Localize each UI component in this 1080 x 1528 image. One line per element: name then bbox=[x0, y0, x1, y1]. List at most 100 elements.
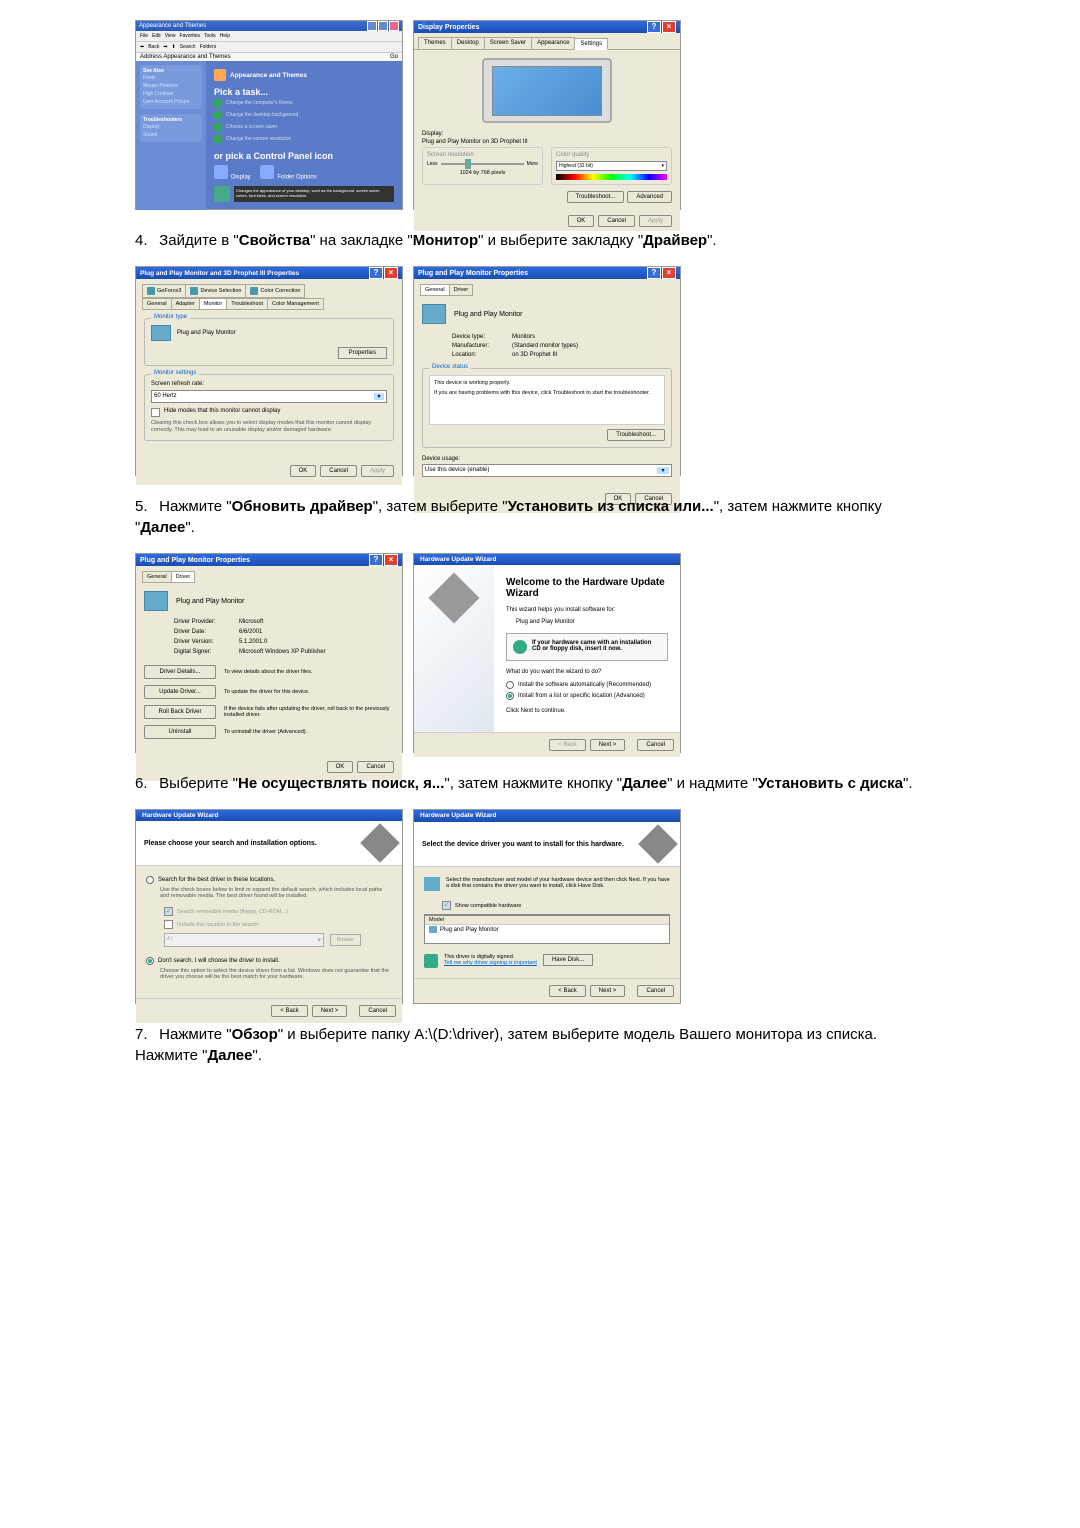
window-title: Display Properties bbox=[418, 24, 479, 31]
tab-driver[interactable]: Driver bbox=[449, 284, 474, 296]
have-disk-button[interactable]: Have Disk... bbox=[543, 954, 593, 966]
uninstall-button[interactable]: Uninstall bbox=[144, 725, 216, 739]
show-compatible-checkbox[interactable]: ✓ bbox=[442, 901, 451, 910]
tab-device-selection[interactable]: Device Selection bbox=[185, 284, 246, 298]
minimize-icon[interactable] bbox=[367, 21, 377, 31]
tab-general[interactable]: General bbox=[420, 284, 450, 296]
back-button[interactable]: Back bbox=[148, 44, 159, 50]
tab-settings[interactable]: Settings bbox=[574, 38, 608, 50]
titlebar: Plug and Play Monitor Properties ?× bbox=[136, 554, 402, 566]
model-list[interactable]: Model Plug and Play Monitor bbox=[424, 914, 670, 944]
cp-folder-options[interactable]: Folder Options bbox=[277, 174, 316, 180]
help-icon[interactable]: ? bbox=[647, 267, 661, 279]
back-button[interactable]: < Back bbox=[549, 985, 586, 997]
tab-geforce3[interactable]: GeForce3 bbox=[142, 284, 186, 298]
update-driver-button[interactable]: Update Driver... bbox=[144, 685, 216, 699]
troubleshoot-button[interactable]: Troubleshoot... bbox=[607, 429, 665, 441]
cancel-button[interactable]: Cancel bbox=[320, 465, 357, 477]
back-button[interactable]: < Back bbox=[271, 1005, 308, 1017]
advanced-button[interactable]: Advanced bbox=[627, 191, 672, 203]
nvidia-icon bbox=[190, 287, 198, 295]
tab-appearance[interactable]: Appearance bbox=[531, 37, 575, 49]
maximize-icon[interactable] bbox=[378, 21, 388, 31]
folders-button[interactable]: Folders bbox=[200, 44, 217, 50]
close-icon[interactable]: × bbox=[384, 554, 398, 566]
tab-monitor[interactable]: Monitor bbox=[199, 298, 227, 310]
tab-screensaver[interactable]: Screen Saver bbox=[484, 37, 532, 49]
window-title: Hardware Update Wizard bbox=[414, 810, 680, 822]
refresh-rate-select[interactable]: 60 Hertz ▾ bbox=[151, 390, 387, 403]
display-icon[interactable] bbox=[214, 165, 228, 179]
window-title: Plug and Play Monitor and 3D Prophet III… bbox=[140, 270, 299, 277]
resolution-slider[interactable]: Less More bbox=[427, 161, 538, 167]
properties-button[interactable]: Properties bbox=[338, 347, 387, 359]
tab-themes[interactable]: Themes bbox=[418, 37, 452, 49]
ok-button[interactable]: OK bbox=[568, 215, 595, 227]
rollback-driver-button[interactable]: Roll Back Driver bbox=[144, 705, 216, 719]
radio-dont-search[interactable]: Don't search. I will choose the driver t… bbox=[146, 957, 392, 965]
forward-icon[interactable]: ➡ bbox=[163, 44, 167, 50]
folder-options-icon[interactable] bbox=[260, 165, 274, 179]
display-properties-window: Display Properties ? × Themes Desktop Sc… bbox=[413, 20, 681, 210]
screen-res-label: Screen resolution bbox=[427, 152, 538, 158]
close-icon[interactable]: × bbox=[662, 267, 676, 279]
tab-general[interactable]: General bbox=[142, 298, 172, 310]
tab-desktop[interactable]: Desktop bbox=[451, 37, 485, 49]
search-button[interactable]: Search bbox=[180, 44, 196, 50]
troubleshoot-button[interactable]: Troubleshoot... bbox=[567, 191, 625, 203]
driver-details-button[interactable]: Driver Details... bbox=[144, 665, 216, 679]
cancel-button[interactable]: Cancel bbox=[359, 1005, 396, 1017]
tab-driver[interactable]: Driver bbox=[171, 571, 196, 583]
cp-display[interactable]: Display bbox=[231, 174, 251, 180]
browse-button: Browse bbox=[330, 934, 361, 946]
up-icon[interactable]: ⬆ bbox=[172, 44, 176, 50]
cancel-button[interactable]: Cancel bbox=[357, 761, 394, 773]
cancel-button[interactable]: Cancel bbox=[598, 215, 635, 227]
close-icon[interactable]: × bbox=[662, 21, 676, 33]
hardware-wizard-select-driver: Hardware Update Wizard Select the device… bbox=[413, 809, 681, 1004]
task-link[interactable]: Choose a screen saver bbox=[214, 121, 394, 133]
back-icon[interactable]: ⬅ bbox=[140, 44, 144, 50]
help-icon[interactable]: ? bbox=[369, 554, 383, 566]
ok-button[interactable]: OK bbox=[327, 761, 354, 773]
next-button[interactable]: Next > bbox=[590, 985, 626, 997]
go-button[interactable]: Go bbox=[390, 54, 398, 60]
color-quality-select[interactable]: Highest (32 bit)▾ bbox=[556, 161, 667, 171]
sidebar-link[interactable]: High Contrast bbox=[143, 90, 199, 98]
tab-troubleshoot[interactable]: Troubleshoot bbox=[226, 298, 268, 310]
tab-adapter[interactable]: Adapter bbox=[171, 298, 200, 310]
next-button[interactable]: Next > bbox=[312, 1005, 348, 1017]
address-label: Address Appearance and Themes bbox=[140, 54, 231, 60]
sidebar-link[interactable]: Mouse Pointers bbox=[143, 82, 199, 90]
task-link[interactable]: Change the screen resolution bbox=[214, 133, 394, 145]
radio-auto[interactable]: Install the software automatically (Reco… bbox=[506, 681, 668, 689]
radio-search[interactable]: Search for the best driver in these loca… bbox=[146, 876, 392, 884]
tab-general[interactable]: General bbox=[142, 571, 172, 583]
back-button: < Back bbox=[549, 739, 586, 751]
radio-advanced[interactable]: Install from a list or specific location… bbox=[506, 692, 668, 700]
device-usage-select[interactable]: Use this device (enable)▾ bbox=[422, 464, 672, 477]
cancel-button[interactable]: Cancel bbox=[637, 985, 674, 997]
help-icon[interactable]: ? bbox=[647, 21, 661, 33]
pick-task-heading: Pick a task... bbox=[214, 87, 394, 97]
next-button[interactable]: Next > bbox=[590, 739, 626, 751]
ok-button[interactable]: OK bbox=[290, 465, 317, 477]
help-icon[interactable]: ? bbox=[369, 267, 383, 279]
tab-color-correction[interactable]: Color Correction bbox=[245, 284, 305, 298]
task-link[interactable]: Change the computer's theme bbox=[214, 97, 394, 109]
close-icon[interactable] bbox=[389, 21, 399, 31]
hide-modes-checkbox[interactable] bbox=[151, 408, 160, 417]
cancel-button[interactable]: Cancel bbox=[637, 739, 674, 751]
close-icon[interactable]: × bbox=[384, 267, 398, 279]
titlebar: Plug and Play Monitor Properties ?× bbox=[414, 267, 680, 279]
sidebar-link[interactable]: Sound bbox=[143, 131, 199, 139]
sidebar-link[interactable]: Fonts bbox=[143, 74, 199, 82]
tab-color-mgmt[interactable]: Color Management bbox=[267, 298, 324, 310]
certificate-icon bbox=[424, 954, 438, 968]
arrow-icon bbox=[214, 111, 222, 119]
list-item[interactable]: Plug and Play Monitor bbox=[425, 925, 669, 934]
signing-info-link[interactable]: Tell me why driver signing is important bbox=[444, 960, 537, 966]
sidebar-link[interactable]: Display bbox=[143, 123, 199, 131]
sidebar-link[interactable]: User Account Picture bbox=[143, 98, 199, 106]
task-link[interactable]: Change the desktop background bbox=[214, 109, 394, 121]
